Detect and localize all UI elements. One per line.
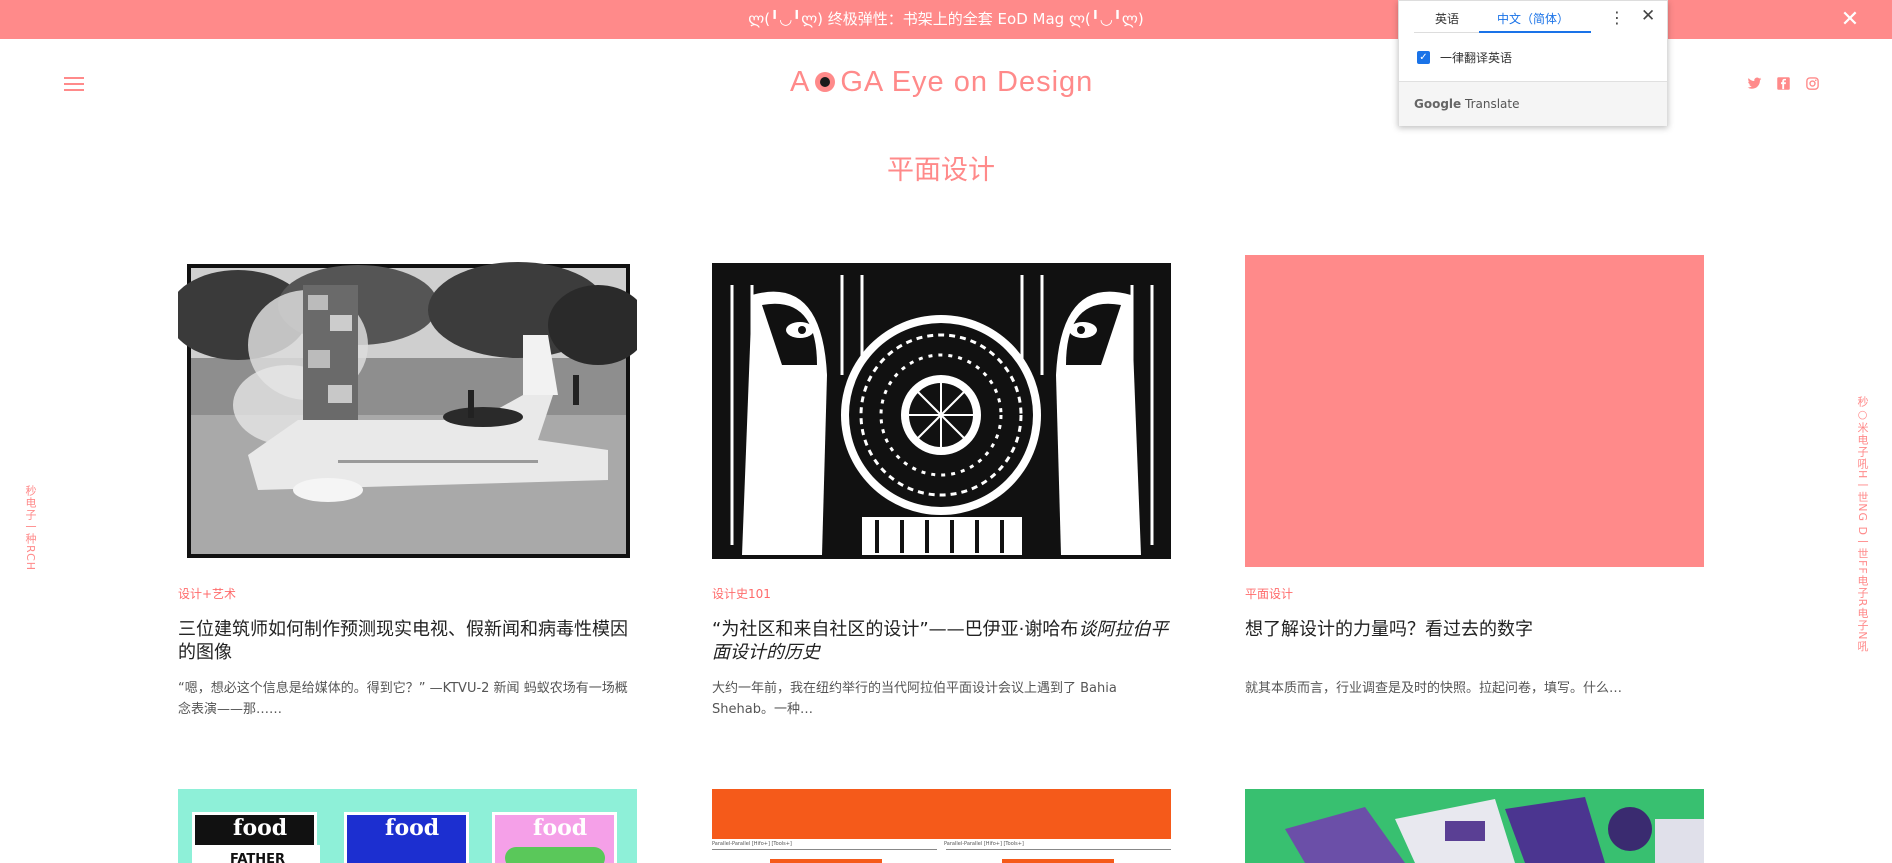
side-text-left: 秒电子一种RCH [24, 485, 37, 572]
eye-logo-icon [812, 71, 838, 93]
article-card[interactable]: FATHER food food food [178, 789, 637, 863]
article-excerpt: 就其本质而言，行业调查是及时的快照。拉起问卷，填写。什么… [1245, 681, 1623, 696]
article-image[interactable] [1245, 255, 1704, 567]
facebook-icon[interactable] [1776, 76, 1791, 91]
article-card[interactable]: 平面设计 想了解设计的力量吗？看过去的数字 就其本质而言，行业调查是及时的快照。… [1245, 255, 1704, 699]
article-image[interactable] [712, 255, 1171, 567]
article-card[interactable] [1245, 789, 1704, 863]
instagram-icon[interactable] [1805, 76, 1820, 91]
tab-target-language[interactable]: 中文（简体） [1497, 10, 1569, 27]
article-card[interactable]: 设计+艺术 三位建筑师如何制作预测现实电视、假新闻和病毒性模因的图像 “嗯，想必… [178, 255, 637, 720]
article-category[interactable]: 设计+艺术 [178, 585, 637, 602]
banner-close-icon[interactable]: ✕ [1838, 0, 1862, 39]
twitter-icon[interactable] [1747, 76, 1762, 91]
tab-source-language[interactable]: 英语 [1435, 10, 1459, 27]
article-category[interactable]: 设计史101 [712, 585, 1171, 602]
menu-icon[interactable] [64, 77, 84, 91]
magazine-cover: food [492, 812, 617, 863]
article-excerpt: “嗯，想必这个信息是给媒体的。得到它？” —KTVU-2 新闻 蚂蚁农场有一场概… [178, 681, 628, 717]
article-excerpt: 大约一年前，我在纽约举行的当代阿拉伯平面设计会议上遇到了 Bahia Sheha… [712, 681, 1117, 717]
magazine-cover: food [344, 812, 469, 863]
close-icon[interactable]: ✕ [1641, 6, 1655, 26]
article-image[interactable] [178, 255, 637, 567]
article-title[interactable]: 想了解设计的力量吗？看过去的数字 [1245, 618, 1704, 641]
article-title[interactable]: 三位建筑师如何制作预测现实电视、假新闻和病毒性模因的图像 [178, 618, 637, 664]
magazine-cover: FATHER food [192, 812, 320, 863]
logo-text-right: GA Eye on Design [840, 66, 1094, 98]
social-links [1747, 76, 1820, 91]
more-options-icon[interactable]: ⋮ [1609, 8, 1625, 27]
promo-banner-text[interactable]: ლ(╹◡╹ლ) 终极弹性：书架上的全套 EoD Mag ლ(╹◡╹ლ) [748, 10, 1144, 28]
article-image [1245, 789, 1704, 863]
google-translate-popup: 英语 中文（简体） ⋮ ✕ ✓ 一律翻译英语 Google Translate [1398, 0, 1668, 126]
article-category[interactable]: 平面设计 [1245, 585, 1704, 602]
always-translate-label: 一律翻译英语 [1440, 51, 1513, 65]
site-logo[interactable]: A GA Eye on Design [790, 66, 1100, 102]
article-card[interactable]: 设计史101 “为社区和来自社区的设计”——巴伊亚·谢哈布谈阿拉伯平面设计的历史… [712, 255, 1171, 720]
article-title[interactable]: “为社区和来自社区的设计”——巴伊亚·谢哈布谈阿拉伯平面设计的历史 [712, 618, 1171, 664]
side-text-right: 秒○米电子吼H一世NG D一世FF电子R电子N吼 [1856, 396, 1869, 653]
article-card[interactable]: Parallel-Parallel [Hifo+] [Tools+] Paral… [712, 789, 1171, 863]
always-translate-checkbox[interactable]: ✓ [1417, 51, 1430, 64]
google-translate-brand: Google Translate [1414, 97, 1520, 111]
page-title: 平面设计 [887, 155, 995, 186]
article-image [712, 789, 1171, 839]
logo-text-left: A [790, 66, 811, 98]
